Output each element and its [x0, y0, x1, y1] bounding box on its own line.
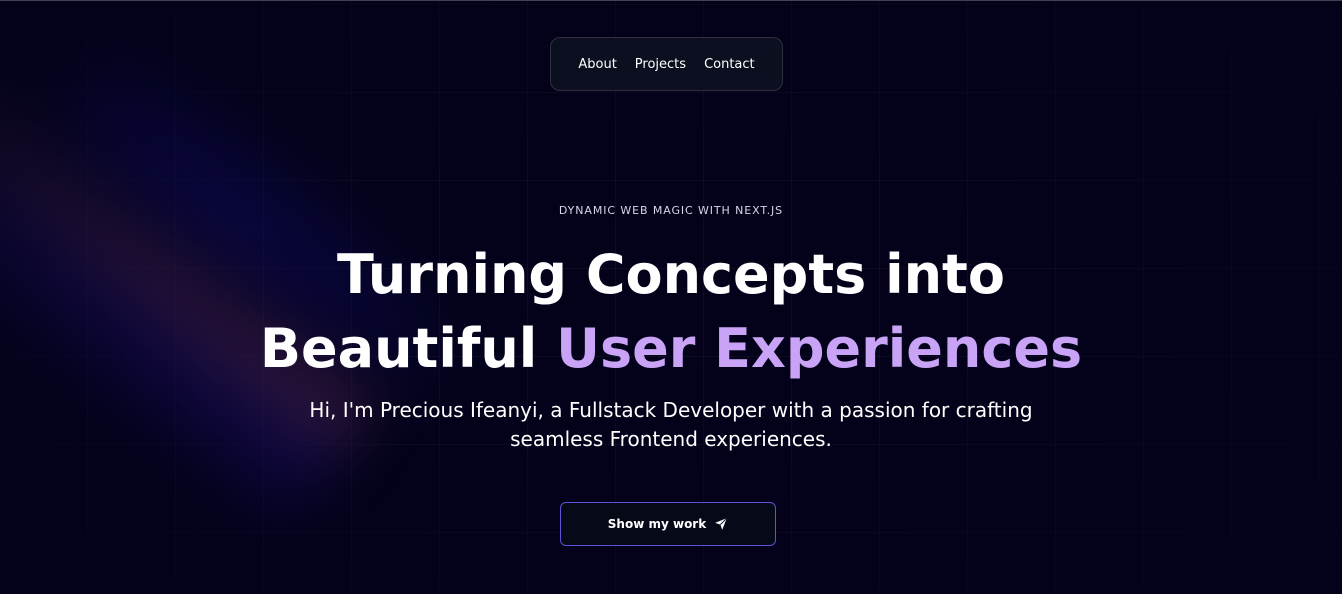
hero-headline: Turning Concepts into Beautiful User Exp…: [0, 238, 1342, 386]
headline-line-1: Turning Concepts into: [337, 243, 1005, 306]
hero-eyebrow: DYNAMIC WEB MAGIC WITH NEXT.JS: [558, 204, 784, 217]
headline-line-2-prefix: Beautiful: [259, 317, 538, 380]
top-border: [0, 0, 1342, 1]
send-icon: [714, 517, 728, 531]
cta-label: Show my work: [607, 517, 707, 531]
show-my-work-button[interactable]: Show my work: [560, 502, 776, 546]
nav-link-contact[interactable]: Contact: [704, 57, 755, 72]
nav-link-projects[interactable]: Projects: [635, 57, 686, 72]
headline-accent: User Experiences: [556, 317, 1083, 380]
hero-subtitle: Hi, I'm Precious Ifeanyi, a Fullstack De…: [309, 398, 1033, 451]
floating-navbar: About Projects Contact: [550, 37, 783, 91]
nav-link-about[interactable]: About: [578, 57, 616, 72]
